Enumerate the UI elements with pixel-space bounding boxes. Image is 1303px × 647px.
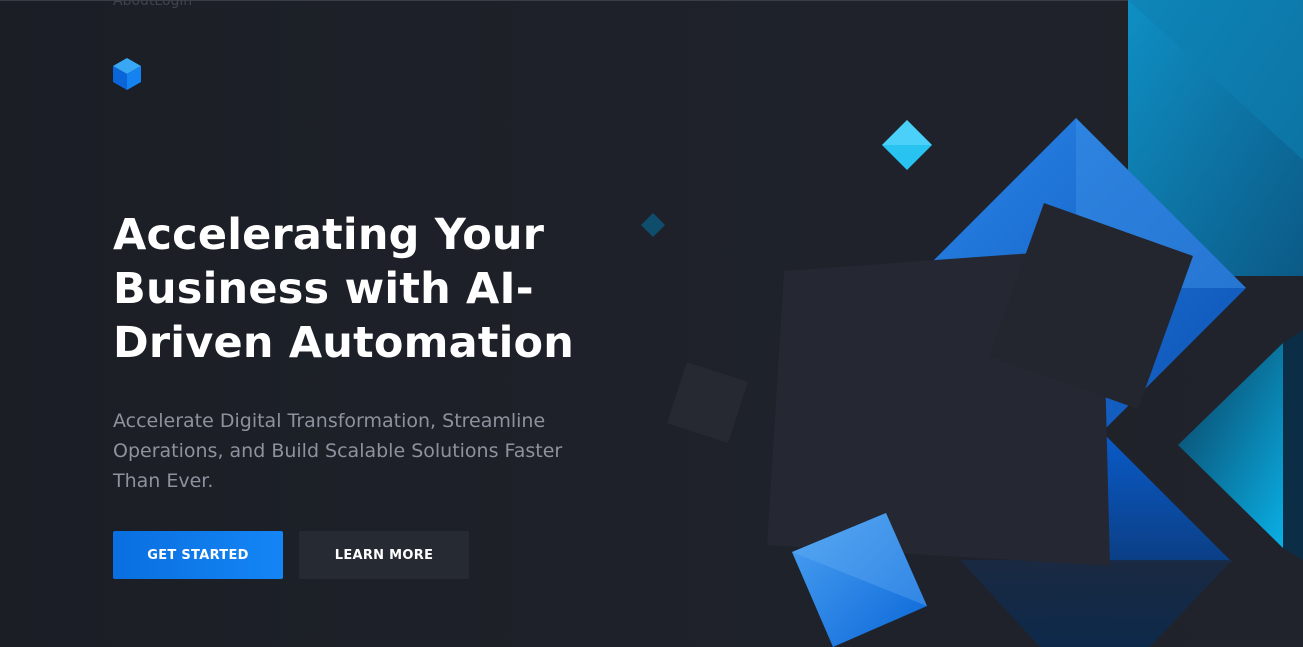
hero-subtitle: Accelerate Digital Transformation, Strea… <box>113 410 563 492</box>
hero-title: Accelerating Your Business with AI-Drive… <box>113 210 575 368</box>
teal-diamond-right <box>1178 343 1283 548</box>
cube-icon[interactable] <box>112 57 142 91</box>
teal-diamond-right-edge <box>1283 330 1303 560</box>
hero-page: About Login Accelerating Your Business w… <box>0 0 1303 647</box>
top-nav: About Login <box>113 0 192 9</box>
dark-square-small <box>667 362 748 443</box>
nav-link-about[interactable]: About <box>113 0 154 9</box>
teal-diamond-tiny <box>641 213 665 237</box>
learn-more-button[interactable]: LEARN MORE <box>299 531 469 579</box>
get-started-button[interactable]: GET STARTED <box>113 531 283 579</box>
cyan-diamond-small-shade <box>882 120 932 145</box>
bottom-glow <box>960 560 1232 647</box>
nav-link-login[interactable]: Login <box>154 0 192 9</box>
